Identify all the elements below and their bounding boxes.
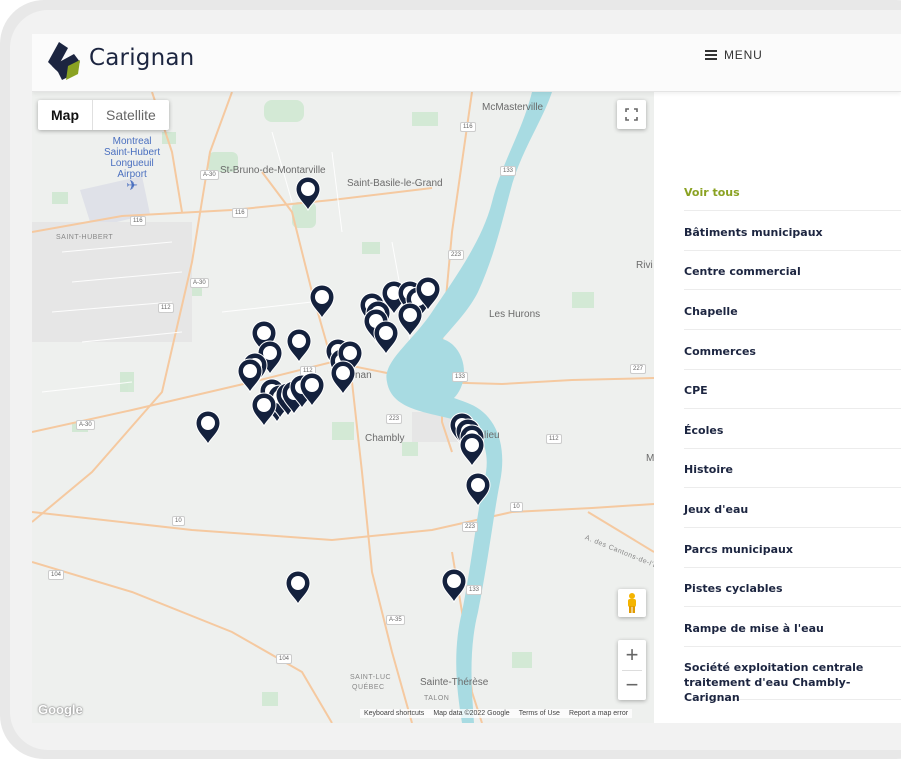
category-cpe[interactable]: CPE (684, 383, 901, 409)
map[interactable]: McMasterville St-Bruno-de-Montarville Sa… (32, 92, 654, 723)
category-ecoles[interactable]: Écoles (684, 423, 901, 449)
category-commerces[interactable]: Commerces (684, 344, 901, 370)
map-data-attribution: Map data ©2022 Google (433, 710, 510, 717)
category-histoire[interactable]: Histoire (684, 462, 901, 488)
map-marker-pin-icon[interactable] (373, 320, 399, 356)
carignan-logo-icon[interactable] (46, 40, 82, 80)
map-marker-pin-icon[interactable] (465, 472, 491, 508)
map-marker-pin-icon[interactable] (285, 570, 311, 606)
category-sidebar: Voir tous Bâtiments municipaux Centre co… (654, 92, 901, 723)
map-type-control: Map Satellite (38, 100, 169, 130)
map-type-map-button[interactable]: Map (38, 100, 92, 130)
google-logo[interactable]: Google (38, 702, 83, 717)
zoom-in-button[interactable]: + (618, 640, 646, 670)
screen: Carignan MENU McMasterville St-Bruno-de-… (32, 34, 901, 723)
street-view-button[interactable] (618, 589, 646, 617)
pegman-icon (628, 593, 636, 613)
category-batiments-municipaux[interactable]: Bâtiments municipaux (684, 225, 901, 251)
terms-link[interactable]: Terms of Use (519, 710, 560, 717)
map-marker-pin-icon[interactable] (251, 392, 277, 428)
site-header: Carignan MENU (32, 34, 901, 92)
category-rampe-de-mise-a-l-eau[interactable]: Rampe de mise à l'eau (684, 621, 901, 647)
report-error-link[interactable]: Report a map error (569, 710, 628, 717)
map-marker-pin-icon[interactable] (459, 432, 485, 468)
category-parcs-municipaux[interactable]: Parcs municipaux (684, 542, 901, 568)
fullscreen-button[interactable] (617, 100, 646, 129)
map-marker-pin-icon[interactable] (295, 176, 321, 212)
map-marker-pin-icon[interactable] (195, 410, 221, 446)
category-chapelle[interactable]: Chapelle (684, 304, 901, 330)
brand-name[interactable]: Carignan (89, 45, 194, 71)
hamburger-icon (705, 50, 717, 60)
map-marker-pin-icon[interactable] (441, 568, 467, 604)
map-marker-pin-icon[interactable] (309, 284, 335, 320)
map-markers (195, 176, 491, 606)
map-type-satellite-button[interactable]: Satellite (92, 100, 169, 130)
map-marker-pin-icon[interactable] (397, 302, 423, 338)
zoom-control: + − (618, 640, 646, 700)
fullscreen-icon (625, 108, 638, 121)
category-jeux-d-eau[interactable]: Jeux d'eau (684, 502, 901, 528)
zoom-out-button[interactable]: − (618, 671, 646, 701)
category-centre-commercial[interactable]: Centre commercial (684, 264, 901, 290)
map-marker-pin-icon[interactable] (237, 358, 263, 394)
map-marker-pin-icon[interactable] (330, 360, 356, 396)
menu-label: MENU (724, 48, 763, 62)
map-footer: Keyboard shortcuts Map data ©2022 Google… (360, 709, 633, 718)
category-societe-exploitation[interactable]: Société exploitation centrale traitement… (684, 660, 901, 704)
keyboard-shortcuts-link[interactable]: Keyboard shortcuts (364, 710, 424, 717)
category-pistes-cyclables[interactable]: Pistes cyclables (684, 581, 901, 607)
map-marker-pin-icon[interactable] (286, 328, 312, 364)
category-voir-tous[interactable]: Voir tous (684, 185, 901, 211)
menu-button[interactable]: MENU (705, 48, 763, 62)
